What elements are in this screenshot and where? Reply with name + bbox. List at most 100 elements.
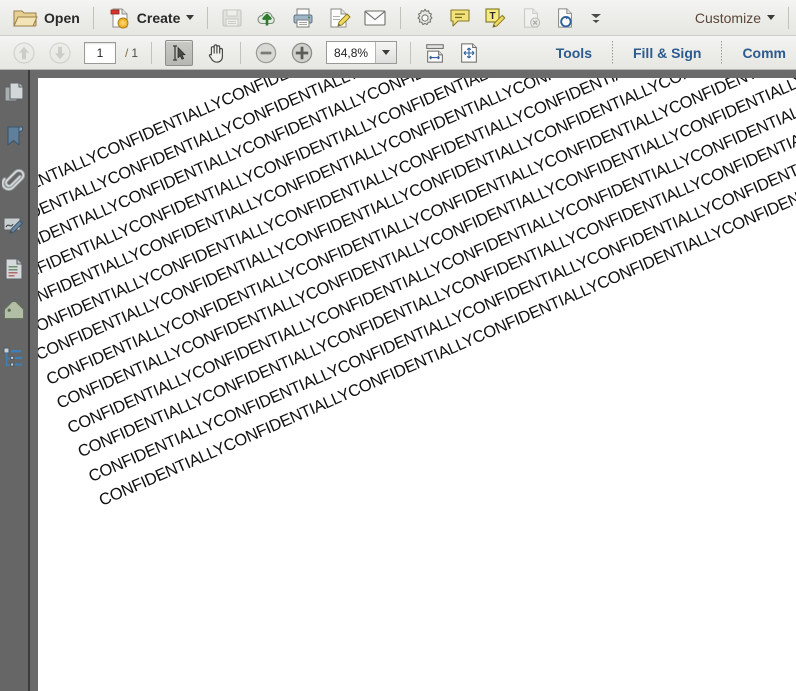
delete-page-icon [520, 7, 542, 29]
next-page-button[interactable] [42, 38, 78, 68]
settings-gear-icon [414, 7, 436, 29]
customize-label: Customize [694, 9, 761, 26]
svg-text:T: T [490, 11, 496, 22]
upload-cloud-icon [255, 7, 279, 29]
watermark-line: CONFIDENTIALLYCONFIDENTIALLYCONFIDENTIAL… [64, 78, 796, 437]
watermark-line: CONFIDENTIALLYCONFIDENTIALLYCONFIDENTIAL… [75, 78, 796, 462]
chevron-down-icon [382, 50, 391, 55]
print-button[interactable] [285, 3, 321, 33]
fit-width-button[interactable] [418, 38, 452, 68]
hand-tool-button[interactable] [199, 38, 233, 68]
rotate-page-icon [554, 7, 576, 29]
email-button[interactable] [357, 3, 393, 33]
toolbar-divider [92, 6, 94, 29]
send-to-cloud-button[interactable] [249, 3, 285, 33]
rotate-page-button[interactable] [548, 3, 582, 33]
previous-page-icon [12, 41, 36, 65]
watermark-line: CONFIDENTIALLYCONFIDENTIALLYCONFIDENTIAL… [38, 78, 796, 247]
watermark-line: CONFIDENTIALLYCONFIDENTIALLYCONFIDENTIAL… [38, 78, 796, 271]
page-total: 1 [131, 45, 139, 60]
save-button[interactable] [215, 3, 249, 33]
watermark-line: CONFIDENTIALLYCONFIDENTIALLYCONFIDENTIAL… [85, 78, 796, 486]
task-divider [611, 40, 613, 65]
open-button-label: Open [44, 9, 80, 26]
zoom-out-icon [254, 41, 278, 65]
watermark-line: CONFIDENTIALLYCONFIDENTIALLYCONFIDENTIAL… [96, 78, 796, 510]
watermark-line: CONFIDENTIALLYCONFIDENTIALLYCONFIDENTIAL… [38, 78, 796, 295]
watermark-line: CONFIDENTIALLYCONFIDENTIALLYCONFIDENTIAL… [54, 78, 796, 413]
sidebar-item-signatures[interactable] [1, 210, 27, 240]
create-button-label: Create [136, 9, 181, 26]
create-button[interactable]: Create [101, 3, 201, 33]
toolbar-divider [410, 41, 412, 64]
confidential-watermark: CONFIDENTIALLYCONFIDENTIALLYCONFIDENTIAL… [38, 78, 796, 514]
email-icon [363, 8, 387, 28]
zoom-combobox[interactable]: 84,8% [326, 41, 398, 64]
delete-page-button[interactable] [514, 3, 548, 33]
sidebar-item-attachments[interactable] [1, 166, 27, 196]
zoom-field[interactable]: 84,8% [320, 38, 403, 68]
zoom-in-button[interactable] [284, 38, 320, 68]
pdf-page[interactable]: CONFIDENTIALLYCONFIDENTIALLYCONFIDENTIAL… [38, 78, 796, 691]
open-button[interactable]: Open [6, 3, 86, 33]
navigation-sidebar [0, 70, 30, 691]
page-separator: / [125, 45, 129, 60]
tag-icon [2, 302, 26, 324]
zoom-value[interactable]: 84,8% [327, 42, 375, 63]
next-page-icon [48, 41, 72, 65]
more-tools-icon [588, 10, 604, 26]
zoom-dropdown-button[interactable] [375, 42, 397, 63]
toolbar-divider [240, 41, 242, 64]
task-divider [721, 40, 723, 65]
signature-pen-icon [2, 213, 26, 237]
more-tools-button[interactable] [582, 3, 610, 33]
select-tool-icon[interactable] [165, 39, 194, 66]
watermark-line: CONFIDENTIALLYCONFIDENTIALLYCONFIDENTIAL… [38, 78, 796, 364]
print-icon [291, 7, 315, 29]
watermark-line: CONFIDENTIALLYCONFIDENTIALLYCONFIDENTIAL… [43, 78, 796, 389]
sidebar-item-page-thumbnails[interactable] [1, 78, 27, 108]
folder-open-icon [12, 7, 38, 29]
main-toolbar: Open Create T Customize [0, 0, 796, 36]
fit-page-button[interactable] [452, 38, 486, 68]
tab-comment[interactable]: Comm [732, 45, 796, 61]
bookmark-icon [3, 125, 25, 149]
zoom-in-icon [290, 41, 314, 65]
toolbar-divider [151, 41, 153, 64]
page-number-input[interactable]: 1 [84, 41, 116, 64]
sidebar-item-tags[interactable] [1, 298, 27, 328]
page-count: /1 [122, 46, 138, 60]
previous-page-button[interactable] [6, 38, 42, 68]
pages-icon [2, 81, 26, 105]
toolbar-divider [788, 6, 789, 29]
sign-document-button[interactable] [321, 3, 357, 33]
chevron-down-icon [186, 15, 195, 20]
page-number-field[interactable]: 1 /1 [78, 38, 144, 68]
document-area: CONFIDENTIALLYCONFIDENTIALLYCONFIDENTIAL… [0, 70, 796, 691]
create-pdf-icon [107, 6, 131, 30]
toolbar-divider [400, 6, 402, 29]
add-comment-button[interactable] [442, 3, 478, 33]
watermark-line: CONFIDENTIALLYCONFIDENTIALLYCONFIDENTIAL… [38, 78, 796, 340]
navigation-toolbar: 1 /1 84,8% Tools Fill & Sign Comm [0, 36, 796, 70]
sidebar-item-bookmarks[interactable] [1, 122, 27, 152]
paperclip-icon [2, 169, 26, 193]
customize-button[interactable]: Customize [689, 3, 781, 33]
select-tool-button[interactable] [159, 38, 199, 68]
fit-page-icon [458, 42, 480, 64]
watermark-line: CONFIDENTIALLYCONFIDENTIALLYCONFIDENTIAL… [38, 78, 796, 222]
save-icon [221, 7, 243, 29]
zoom-out-button[interactable] [248, 38, 284, 68]
sidebar-item-model-tree[interactable] [1, 342, 27, 372]
chevron-down-icon [767, 15, 775, 20]
comment-bubble-icon [448, 7, 472, 29]
tab-fill-and-sign[interactable]: Fill & Sign [623, 45, 711, 61]
tab-tools[interactable]: Tools [546, 45, 602, 61]
sidebar-item-content[interactable] [1, 254, 27, 284]
highlight-text-button[interactable]: T [478, 3, 514, 33]
tree-structure-icon [2, 346, 26, 368]
watermark-line: CONFIDENTIALLYCONFIDENTIALLYCONFIDENTIAL… [38, 78, 796, 320]
highlight-text-icon: T [484, 7, 508, 29]
settings-button[interactable] [408, 3, 442, 33]
pdf-reader-window: Open Create T Customize 1 / 1 84,8% Tool… [0, 0, 796, 691]
